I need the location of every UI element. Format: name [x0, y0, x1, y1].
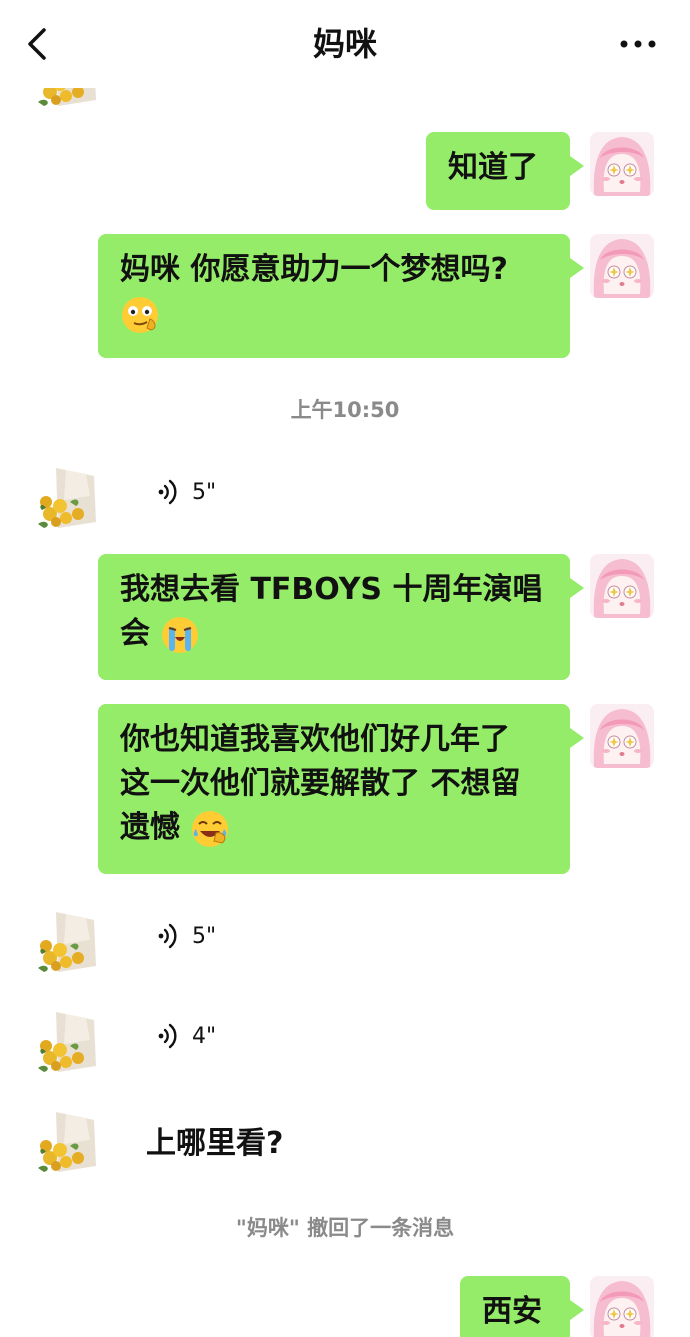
- contact-avatar[interactable]: [36, 88, 100, 108]
- my-avatar[interactable]: [590, 704, 654, 768]
- contact-avatar[interactable]: [36, 466, 100, 530]
- smirk-emoji: [122, 296, 158, 333]
- laugh-cry-emoji: [192, 810, 229, 847]
- voice-duration: 5": [192, 479, 217, 505]
- message-text-line: 我想去看 TFBOYS 十周年演唱: [120, 572, 543, 607]
- contact-avatar[interactable]: [36, 1110, 100, 1174]
- voice-icon: [156, 922, 180, 950]
- chat-header: 妈咪: [0, 0, 690, 88]
- chat-area[interactable]: 知道了 妈咪 你愿意助力一个梦想吗? 上午10:50 5" 我想去看 TFBOY…: [0, 88, 690, 1337]
- message-bubble[interactable]: 我想去看 TFBOYS 十周年演唱 会: [98, 554, 584, 680]
- message-bubble[interactable]: 西安: [460, 1276, 584, 1337]
- message-text-line: 这一次他们就要解散了 不想留: [120, 766, 521, 801]
- voice-duration: 5": [192, 923, 217, 949]
- message-text[interactable]: 上哪里看?: [146, 1118, 283, 1162]
- my-avatar[interactable]: [590, 1276, 654, 1337]
- time-separator: 上午10:50: [290, 398, 400, 422]
- message-text-line: 遗憾: [120, 810, 180, 845]
- voice-icon: [156, 1022, 180, 1050]
- message-bubble[interactable]: 知道了: [426, 132, 584, 210]
- my-avatar[interactable]: [590, 234, 654, 298]
- voice-duration: 4": [192, 1023, 217, 1049]
- message-text-line: 会: [120, 616, 150, 651]
- voice-message[interactable]: 4": [156, 1022, 216, 1050]
- message-text: 西安: [482, 1294, 542, 1329]
- message-text: 妈咪 你愿意助力一个梦想吗?: [120, 252, 508, 287]
- voice-message[interactable]: 5": [156, 478, 216, 506]
- contact-avatar[interactable]: [36, 910, 100, 974]
- more-icon[interactable]: [618, 26, 658, 62]
- voice-icon: [156, 478, 180, 506]
- recall-notice: "妈咪" 撤回了一条消息: [235, 1216, 455, 1240]
- message-text: 知道了: [448, 150, 538, 185]
- my-avatar[interactable]: [590, 554, 654, 618]
- voice-message[interactable]: 5": [156, 922, 216, 950]
- my-avatar[interactable]: [590, 132, 654, 196]
- message-bubble[interactable]: 妈咪 你愿意助力一个梦想吗?: [98, 234, 584, 358]
- message-bubble[interactable]: 你也知道我喜欢他们好几年了 这一次他们就要解散了 不想留 遗憾: [98, 704, 584, 874]
- contact-avatar[interactable]: [36, 1010, 100, 1074]
- message-text-line: 你也知道我喜欢他们好几年了: [120, 722, 510, 757]
- crying-emoji: [162, 616, 199, 653]
- chat-title: 妈咪: [312, 25, 377, 63]
